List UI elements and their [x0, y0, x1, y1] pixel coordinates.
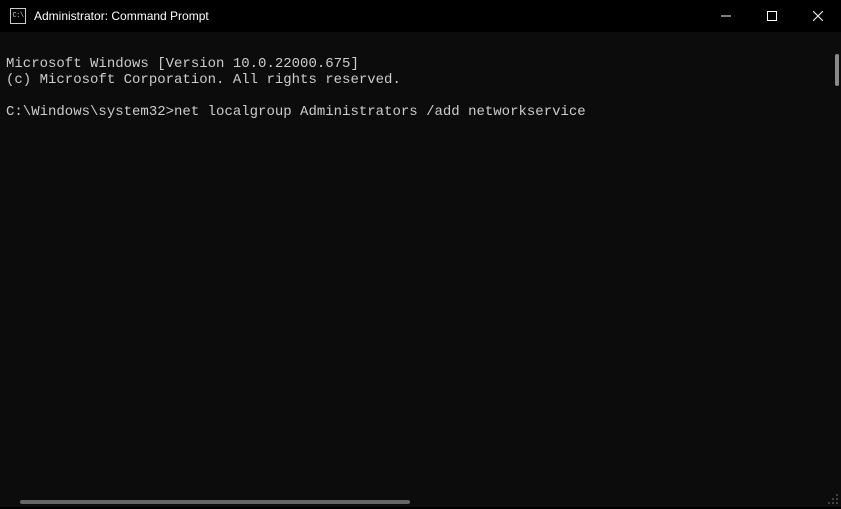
terminal-body[interactable]: Microsoft Windows [Version 10.0.22000.67… — [0, 32, 841, 507]
close-button[interactable] — [795, 0, 841, 32]
vertical-scrollbar[interactable] — [835, 54, 839, 86]
version-line: Microsoft Windows [Version 10.0.22000.67… — [6, 56, 359, 72]
command-text: net localgroup Administrators /add netwo… — [174, 104, 586, 120]
app-icon-text: C:\ — [12, 13, 23, 20]
prompt-line: C:\Windows\system32>net localgroup Admin… — [6, 104, 586, 120]
command-prompt-window: C:\ Administrator: Command Prompt Micros… — [0, 0, 841, 507]
maximize-icon — [767, 11, 777, 21]
prompt-path: C:\Windows\system32> — [6, 104, 174, 120]
titlebar[interactable]: C:\ Administrator: Command Prompt — [0, 0, 841, 32]
close-icon — [813, 11, 823, 21]
minimize-button[interactable] — [703, 0, 749, 32]
app-icon: C:\ — [10, 8, 26, 24]
horizontal-scrollbar[interactable] — [20, 500, 410, 504]
window-controls — [703, 0, 841, 32]
window-title: Administrator: Command Prompt — [34, 9, 209, 23]
copyright-line: (c) Microsoft Corporation. All rights re… — [6, 72, 401, 88]
minimize-icon — [721, 11, 731, 21]
resize-grip[interactable] — [827, 493, 839, 505]
maximize-button[interactable] — [749, 0, 795, 32]
resize-grip-icon — [827, 493, 839, 505]
